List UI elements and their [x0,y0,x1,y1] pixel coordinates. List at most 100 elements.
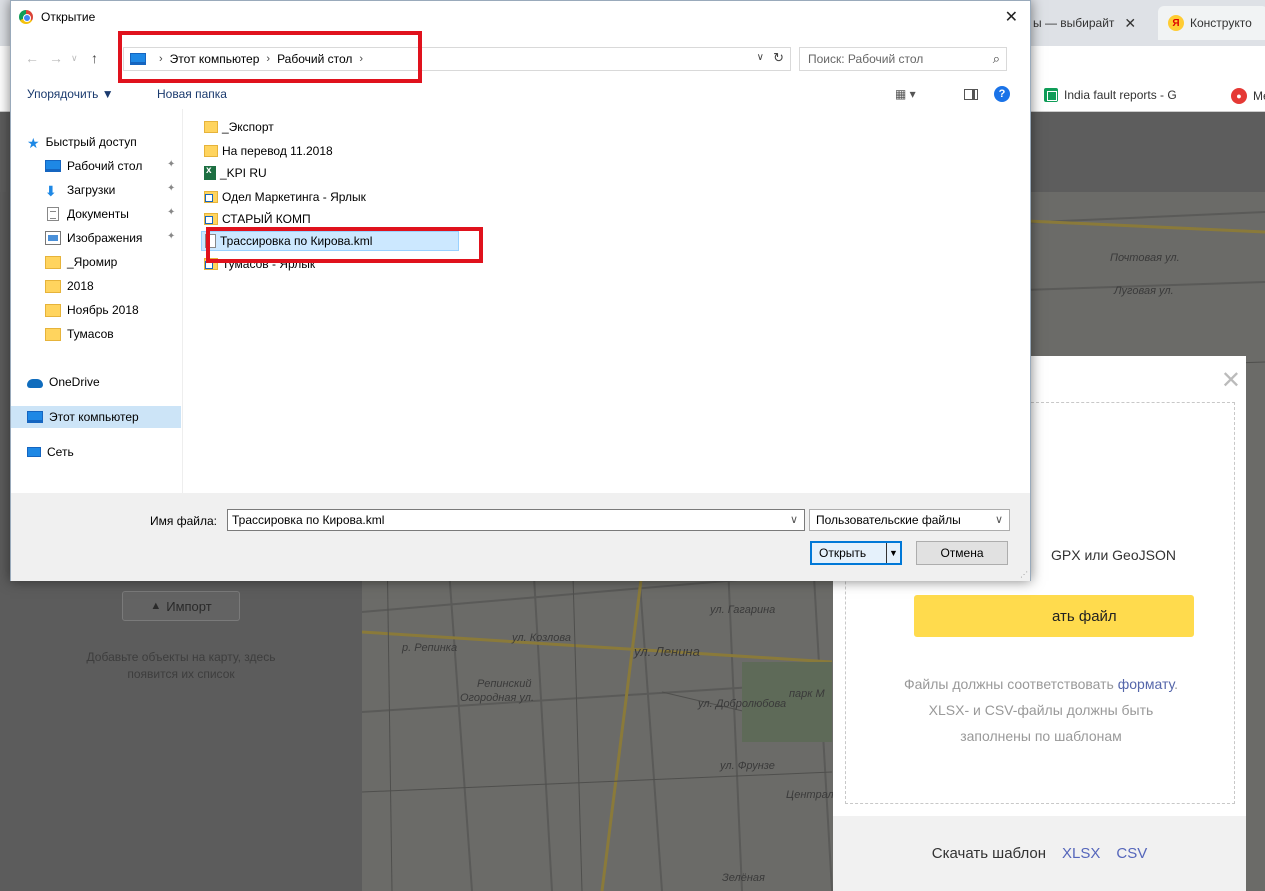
sheets-icon [1044,88,1058,102]
choose-file-button[interactable]: ать файл [914,595,1194,637]
forward-arrow-icon[interactable]: → [49,50,63,66]
chevron-down-icon[interactable]: ∨ [790,510,798,530]
organize-button[interactable]: Упорядочить ▼ [27,87,114,101]
help-icon[interactable]: ? [994,86,1010,102]
preview-pane-icon[interactable] [964,89,978,100]
folder-icon [45,255,61,269]
nav-item-label: Быстрый доступ [45,135,137,149]
req-text: . [1174,676,1179,692]
map-street-label: Огородная ул. [460,692,535,704]
nav-item-quick-access[interactable]: ★ Быстрый доступ [11,131,181,153]
browser-tab[interactable]: ы — выбирайт ✕ [1025,6,1151,40]
nav-item-folder[interactable]: 2018 [11,275,181,297]
chevron-down-icon[interactable]: ∨ [71,53,78,64]
folder-icon [45,327,61,341]
template-download-bar: Скачать шаблон XLSX CSV [833,816,1246,891]
nav-item-documents[interactable]: Документы ✦ [11,203,181,225]
shortcut-icon [204,213,218,225]
close-icon[interactable]: ✕ [1124,15,1136,32]
import-button-label: Импорт [166,598,212,614]
new-folder-button[interactable]: Новая папка [157,87,227,101]
pin-icon: ✦ [167,231,176,242]
map-park-label: парк М [789,688,825,700]
refresh-icon[interactable]: ↻ [773,50,784,66]
folder-icon [204,121,218,133]
folder-icon [45,279,61,293]
bookmark-item[interactable]: India fault reports - G [1044,88,1177,102]
filename-label: Имя файла: [150,514,217,528]
req-text: заполнены по шаблонам [960,728,1122,744]
nav-item-pictures[interactable]: Изображения ✦ [11,227,181,249]
nav-item-label: Изображения [67,231,143,245]
nav-item-label: Тумасов [67,327,114,341]
view-options-icon[interactable]: ▦ ▾ [895,87,916,101]
highlight-box [206,227,483,263]
nav-item-this-pc[interactable]: Этот компьютер [11,406,181,428]
folder-icon [45,303,61,317]
back-arrow-icon[interactable]: ← [25,50,39,66]
list-item[interactable]: СТАРЫЙ КОМП [201,209,317,229]
up-arrow-icon[interactable]: ↑ [91,50,98,66]
list-item[interactable]: _KPI RU [201,163,273,183]
cancel-button-label: Отмена [940,546,984,560]
yandex-icon: Я [1168,15,1184,31]
nav-item-label: 2018 [67,279,94,293]
pictures-icon [45,231,61,245]
nav-item-onedrive[interactable]: OneDrive [11,371,181,393]
browser-tab-label: Конструкто [1190,16,1252,30]
dialog-toolbar: Упорядочить ▼ Новая папка ▦ ▾ ? [11,83,1030,107]
map-street-label: Луговая ул. [1114,285,1174,297]
filetype-select[interactable]: Пользовательские файлы ∨ [809,509,1010,531]
caret-down-icon[interactable]: ▼ [886,543,900,563]
resize-grip-icon[interactable]: ⋰ [1020,570,1028,579]
format-link[interactable]: формату [1118,676,1174,692]
network-icon [27,447,41,457]
browser-tab-label: ы — выбирайт [1033,16,1115,30]
nav-item-folder[interactable]: Тумасов [11,323,181,345]
map-street-label: ул. Козлова [512,632,571,644]
list-item[interactable]: Одел Маркетинга - Ярлык [201,187,372,207]
nav-item-label: _Яромир [67,255,118,269]
nav-item-downloads[interactable]: ⬇ Загрузки ✦ [11,179,181,201]
nav-item-desktop[interactable]: Рабочий стол ✦ [11,155,181,177]
list-item[interactable]: _Экспорт [201,117,280,137]
list-item[interactable]: На перевод 11.2018 [201,141,339,161]
nav-item-label: Ноябрь 2018 [67,303,139,317]
chevron-down-icon: ∨ [994,514,1003,526]
nav-item-label: Документы [67,207,129,221]
bookmark-label: Me [1253,89,1265,103]
chrome-icon [19,10,33,24]
nav-item-folder[interactable]: _Яромир [11,251,181,273]
nav-item-label: Рабочий стол [67,159,143,173]
star-icon: ★ [27,135,40,151]
req-text: XLSX- и CSV-файлы должны быть [928,702,1154,718]
browser-tab-active[interactable]: Я Конструкто [1158,6,1265,40]
open-button[interactable]: Открыть ▼ [810,541,902,565]
computer-icon [27,411,43,423]
file-name: _KPI RU [220,166,267,180]
highlight-box [118,31,422,83]
map-street-label: ул. Ленина [634,644,700,659]
chevron-down-icon[interactable]: ∨ [757,52,764,63]
nav-item-label: Загрузки [67,183,116,197]
csv-template-link[interactable]: CSV [1116,845,1147,862]
desktop-icon [45,160,61,172]
nav-item-label: Этот компьютер [49,410,139,424]
close-icon[interactable]: ✕ [1005,7,1018,27]
filename-input[interactable]: Трассировка по Кирова.kml ∨ [227,509,805,531]
file-list: _Экспорт На перевод 11.2018 _KPI RU Одел… [201,117,601,317]
nav-item-network[interactable]: Сеть [11,441,181,463]
close-icon[interactable]: ✕ [1221,366,1241,395]
import-button[interactable]: ▲ Импорт [122,591,240,621]
map-street-label: Зелёная [722,872,765,884]
bookmark-item[interactable]: ● Me [1231,88,1265,104]
dialog-footer: Имя файла: Трассировка по Кирова.kml ∨ П… [11,493,1030,581]
map-district-label: Централь [786,789,840,801]
file-open-dialog: Открытие ✕ ← → ∨ ↑ › Этот компьютер › Ра… [10,0,1031,581]
nav-item-folder[interactable]: Ноябрь 2018 [11,299,181,321]
search-input[interactable]: Поиск: Рабочий стол ⌕ [799,47,1007,71]
cancel-button[interactable]: Отмена [916,541,1008,565]
filename-value: Трассировка по Кирова.kml [232,513,385,527]
xlsx-template-link[interactable]: XLSX [1062,845,1100,862]
download-template-label: Скачать шаблон [931,845,1047,862]
